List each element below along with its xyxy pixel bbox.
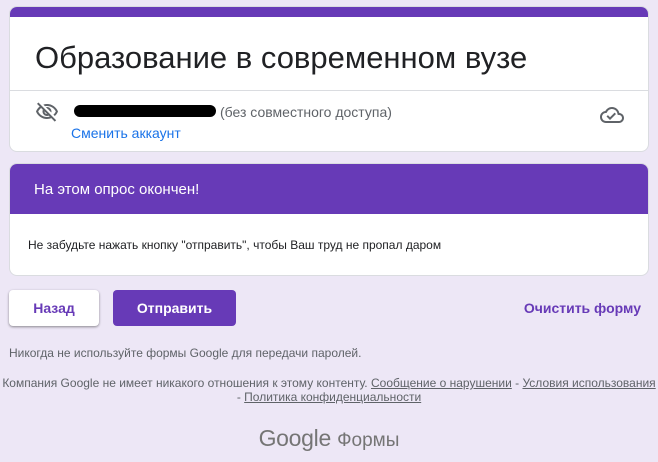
cloud-saved-icon[interactable] <box>600 103 624 127</box>
accent-bar <box>10 7 648 17</box>
sharing-note: (без совместного доступа) <box>220 104 392 120</box>
form-title: Образование в современном вузе <box>35 40 528 75</box>
forms-wordmark: Формы <box>337 430 400 451</box>
section-title: На этом опрос окончен! <box>34 181 200 198</box>
section-card: На этом опрос окончен! Не забудьте нажат… <box>9 163 649 276</box>
section-description: Не забудьте нажать кнопку "отправить", ч… <box>28 238 442 252</box>
password-warning: Никогда не используйте формы Google для … <box>9 346 362 360</box>
report-abuse-link[interactable]: Сообщение о нарушении <box>371 376 512 390</box>
back-button[interactable]: Назад <box>9 290 99 326</box>
separator: - <box>511 376 523 390</box>
google-forms-logo[interactable]: Google Формы <box>0 425 658 452</box>
google-wordmark: Google <box>258 425 332 451</box>
account-email-redacted <box>74 105 216 117</box>
disclaimer-text: Компания Google не имеет никакого отноше… <box>2 376 368 390</box>
submit-button[interactable]: Отправить <box>113 290 236 326</box>
privacy-link[interactable]: Политика конфиденциальности <box>244 390 421 404</box>
eye-off-icon <box>36 102 58 122</box>
footer-disclaimer: Компания Google не имеет никакого отноше… <box>0 376 658 404</box>
switch-account-link[interactable]: Сменить аккаунт <box>71 125 181 141</box>
section-header: На этом опрос окончен! <box>10 164 648 214</box>
terms-link[interactable]: Условия использования <box>522 376 655 390</box>
clear-form-button[interactable]: Очистить форму <box>524 300 641 316</box>
divider <box>10 90 648 91</box>
form-header-card: Образование в современном вузе (без совм… <box>9 6 649 152</box>
